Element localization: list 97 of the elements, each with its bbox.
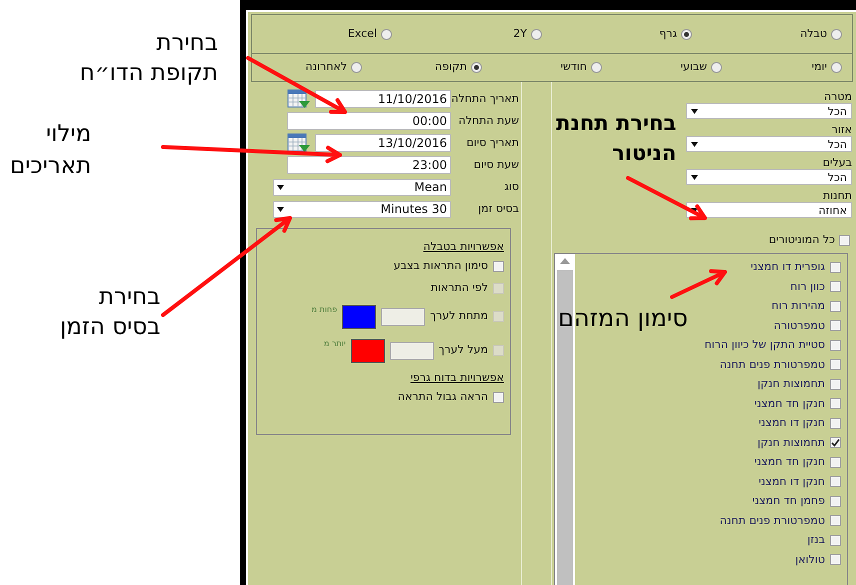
pollutant-label[interactable]: בנזן	[807, 532, 825, 548]
radio-button[interactable]	[681, 28, 692, 40]
checkbox[interactable]	[493, 392, 504, 402]
checkbox[interactable]	[839, 234, 850, 246]
pollutant-label[interactable]: טולואן	[795, 552, 825, 568]
radio-label[interactable]: גרף	[659, 26, 677, 42]
section-heading: אפשרויות בדוח גרפי	[410, 370, 504, 386]
radio-label[interactable]: 2Y	[513, 26, 527, 42]
field-label: שעת התחלה	[458, 112, 520, 129]
dropdown[interactable]: Minutes 30	[273, 200, 451, 218]
caret-icon	[691, 208, 698, 212]
radio-label[interactable]: לאחרונה	[305, 59, 347, 76]
checkbox[interactable]	[830, 262, 841, 273]
checkbox[interactable]	[830, 340, 841, 351]
radio-button[interactable]	[351, 62, 362, 73]
checkbox[interactable]	[830, 456, 841, 468]
checkbox[interactable]	[830, 378, 841, 390]
field-label: תאריך סיום	[465, 134, 520, 151]
dropdown[interactable]: הכל	[686, 136, 852, 152]
checkbox[interactable]	[830, 496, 841, 507]
filter-label: בעלים	[822, 156, 852, 169]
checkbox[interactable]	[830, 476, 841, 488]
pollutant-label[interactable]: טמפרטורה	[774, 318, 825, 334]
note-text: פחות מ	[311, 304, 338, 316]
radio-button[interactable]	[381, 28, 392, 40]
checkbox[interactable]	[830, 437, 841, 448]
date-field[interactable]: 11/10/2016	[315, 90, 451, 108]
pollutant-label[interactable]: כוון רוח	[790, 278, 825, 295]
scroll-up-icon[interactable]	[560, 258, 570, 264]
pollutant-label[interactable]: חנקן דו חמצני	[758, 474, 825, 490]
checkbox[interactable]	[830, 281, 841, 292]
pollutant-label[interactable]: חנקן דו חמצני	[758, 415, 825, 432]
dropdown[interactable]: הכל	[686, 169, 852, 185]
callout-text: בחירת תקופת הדו״ח	[80, 29, 218, 88]
pollutant-label[interactable]: תחמוצות חנקן	[757, 434, 825, 451]
pollutant-label[interactable]: חנקן חד חמצני	[754, 454, 825, 470]
checkbox[interactable]	[830, 554, 841, 566]
radio-label[interactable]: יומי	[812, 59, 827, 76]
checkbox-label[interactable]: כל המוניטורים	[768, 232, 835, 248]
field-label: תאריך התחלה	[451, 90, 520, 107]
time-field[interactable]: 00:00	[287, 112, 451, 130]
radio-button[interactable]	[531, 28, 542, 40]
callout-text: בחירת תחנת הניטור	[556, 110, 676, 167]
dropdown[interactable]: Mean	[273, 178, 451, 196]
pollutant-label[interactable]: גופרית דו חמצני	[750, 259, 825, 276]
pollutant-label[interactable]: תחמוצות חנקן	[757, 376, 825, 392]
pollutant-label[interactable]: טמפרטורת פנים תחנה	[720, 512, 825, 529]
value-field[interactable]	[381, 308, 426, 326]
note-text: יותר מ	[324, 338, 346, 350]
radio-label[interactable]: תקופה	[434, 59, 467, 76]
pollutant-label[interactable]: חנקן חד חמצני	[754, 396, 825, 412]
checkbox[interactable]	[830, 398, 841, 410]
pollutant-label[interactable]: טמפרטורת פנים תחנה	[720, 356, 825, 373]
field-label: סוג	[503, 178, 520, 195]
callout-text: בחירת בסיס הזמן	[60, 283, 160, 342]
filter-label: אזור	[832, 123, 852, 136]
caret-icon	[691, 142, 698, 146]
radio-button[interactable]	[471, 62, 482, 73]
caret-icon	[277, 206, 284, 212]
section-heading: אפשרויות בטבלה	[423, 239, 504, 255]
caret-icon	[691, 174, 698, 180]
caret-icon	[277, 184, 284, 190]
callout-arrow	[670, 269, 727, 299]
calendar-icon[interactable]	[287, 89, 311, 109]
checkbox[interactable]	[830, 320, 841, 332]
checkbox[interactable]	[830, 300, 841, 312]
calendar-icon[interactable]	[287, 133, 311, 153]
radio-button[interactable]	[591, 62, 602, 73]
checkbox[interactable]	[830, 534, 841, 546]
pollutant-label[interactable]: סטיית התקן של כיוון הרוח	[704, 337, 825, 354]
dropdown[interactable]: הכל	[686, 103, 852, 119]
pollutant-label[interactable]: מהירות רוח	[772, 298, 825, 314]
checkbox[interactable]	[830, 515, 841, 526]
filter-label: מטרה	[824, 90, 852, 103]
checkbox[interactable]	[830, 418, 841, 429]
radio-label[interactable]: שבועי	[680, 59, 707, 76]
filter-label: תחנות	[822, 189, 852, 202]
value-field[interactable]	[390, 342, 434, 360]
radio-label[interactable]: Excel	[348, 26, 377, 42]
checkbox[interactable]	[493, 261, 504, 272]
time-field[interactable]: 23:00	[287, 156, 451, 174]
radio-label[interactable]: טבלה	[800, 26, 827, 42]
pollutant-label[interactable]: פחמן חד חמצני	[752, 493, 825, 510]
radio-button[interactable]	[831, 28, 842, 40]
checkbox-label[interactable]: הראה גבול התראה	[398, 388, 488, 406]
radio-button[interactable]	[831, 62, 842, 73]
callout-text: מילוי תאריכים	[10, 120, 92, 181]
radio-label[interactable]: חודשי	[560, 59, 587, 76]
checkbox-label[interactable]: סימון התראות בצבע	[394, 258, 488, 275]
caret-icon	[691, 108, 698, 114]
date-field[interactable]: 13/10/2016	[315, 134, 451, 152]
checkbox[interactable]	[830, 359, 841, 370]
field-label: שעת סיום	[472, 156, 520, 173]
field-label: בסיס זמן	[477, 200, 520, 217]
dropdown[interactable]: אחוזה	[686, 202, 852, 218]
callout-text: סימון המזהם	[558, 303, 688, 333]
radio-button[interactable]	[711, 62, 722, 73]
